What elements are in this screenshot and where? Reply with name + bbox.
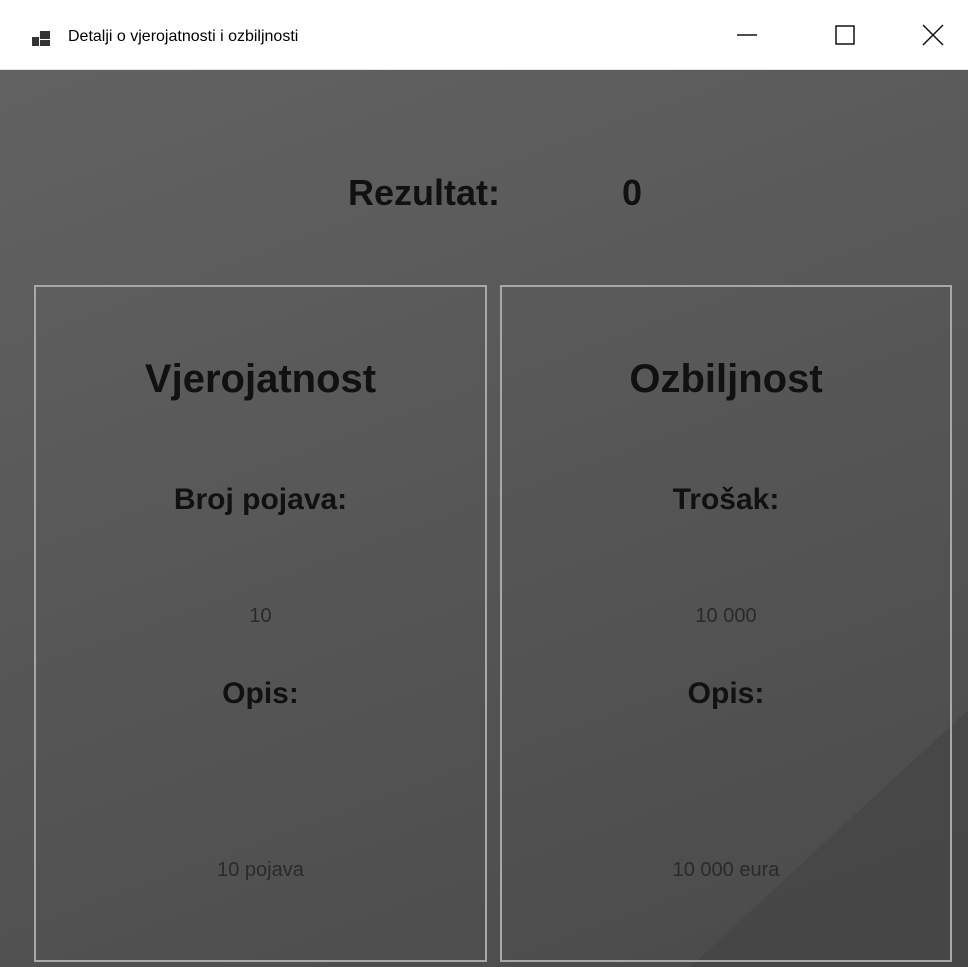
result-value: 0 <box>622 172 643 213</box>
window-controls <box>780 0 968 70</box>
severity-panel: Ozbiljnost Trošak: 10 000 Opis: 10 000 e… <box>500 285 952 962</box>
probability-title: Vjerojatnost <box>144 357 377 401</box>
severity-title: Ozbiljnost <box>629 357 823 401</box>
probability-description-label: Opis: <box>222 677 299 710</box>
client-area: Rezultat: 0 Vjerojatnost Broj pojava: 10… <box>0 70 968 967</box>
probability-panel: Vjerojatnost Broj pojava: 10 Opis: 10 po… <box>34 285 487 962</box>
cost-value: 10 000 <box>695 605 757 627</box>
severity-description-label: Opis: <box>687 677 765 710</box>
cost-label: Trošak: <box>672 483 780 516</box>
minimize-icon <box>737 34 757 36</box>
severity-description-value: 10 000 eura <box>672 859 780 881</box>
window-title: Detalji o vjerojatnosti i ozbiljnosti <box>68 28 299 45</box>
result-label: Rezultat: <box>348 172 500 213</box>
maximize-button[interactable] <box>810 0 880 70</box>
maximize-icon <box>835 25 855 45</box>
probability-description-value: 10 pojava <box>217 859 304 881</box>
close-button[interactable] <box>898 0 968 70</box>
app-window-icon <box>32 31 50 46</box>
details-window: Detalji o vjerojatnosti i ozbiljnosti Re… <box>0 0 968 967</box>
close-icon <box>922 24 944 46</box>
occurrence-count-label: Broj pojava: <box>173 483 348 516</box>
minimize-button[interactable] <box>712 0 782 70</box>
occurrence-count-value: 10 <box>249 605 272 627</box>
